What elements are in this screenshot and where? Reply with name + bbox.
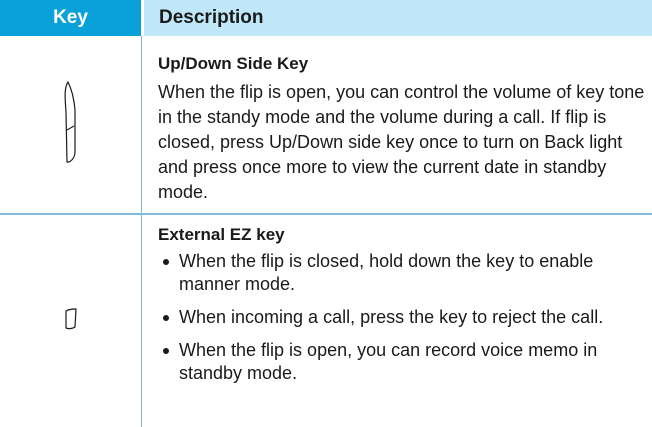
header-key: Key: [0, 0, 141, 36]
row-title: Up/Down Side Key: [158, 54, 309, 73]
column-divider: [141, 36, 142, 427]
bullet-list: When the flip is closed, hold down the k…: [158, 250, 652, 385]
row-body: When the flip is open, you can control t…: [158, 82, 645, 202]
key-description-table: Key Description Up/Down Side Key When th…: [0, 0, 652, 427]
external-ez-key-icon: [63, 307, 79, 336]
row-external-ez-key: External EZ key When the flip is closed,…: [158, 224, 652, 395]
header-description: Description: [144, 0, 652, 36]
table-header: Key Description: [0, 0, 652, 36]
key-cell-ez: [0, 215, 141, 427]
row-up-down-side-key: Up/Down Side Key When the flip is open, …: [158, 53, 652, 205]
row-title: External EZ key: [158, 225, 285, 244]
list-item: When incoming a call, press the key to r…: [158, 306, 652, 329]
list-item: When the flip is closed, hold down the k…: [158, 250, 652, 296]
list-item: When the flip is open, you can record vo…: [158, 339, 652, 385]
key-cell-up-down: [0, 36, 141, 213]
up-down-side-key-icon: [59, 78, 83, 171]
